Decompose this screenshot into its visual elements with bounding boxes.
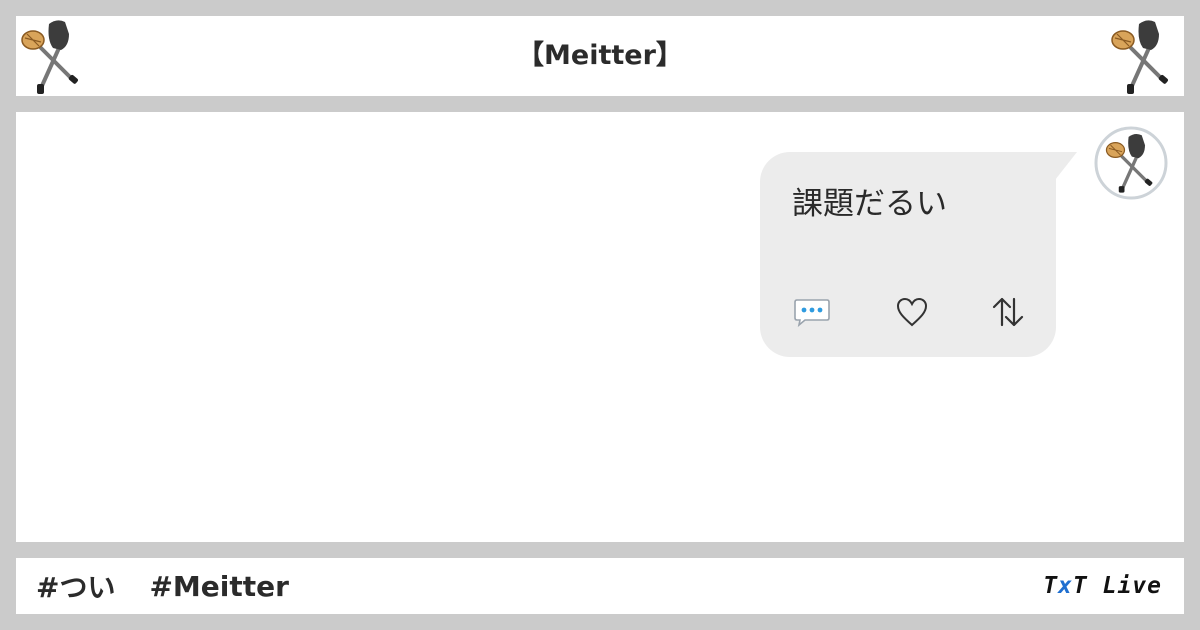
heart-outline-icon <box>896 297 928 327</box>
brand-text-part1: T <box>1043 573 1059 599</box>
character-with-crossed-tools-icon <box>1111 20 1168 94</box>
hashtag-list: #つい #Meitter <box>36 558 289 614</box>
hashtag-tsui[interactable]: #つい <box>36 566 115 606</box>
post-text: 課題だるい <box>792 186 947 222</box>
page-title: 【Meitter】 <box>517 40 683 71</box>
brand-logo: TxT Live <box>1043 558 1162 614</box>
post-bubble[interactable]: 課題だるい <box>760 152 1056 357</box>
brand-text-part3: T Live <box>1072 573 1162 599</box>
share-button[interactable] <box>986 292 1030 332</box>
hashtag-meitter[interactable]: #Meitter <box>149 570 288 603</box>
reply-button[interactable] <box>790 292 834 332</box>
like-button[interactable] <box>890 292 934 332</box>
footer-bar: #つい #Meitter TxT Live <box>16 558 1184 614</box>
bubble-tail <box>1055 152 1077 180</box>
feed-panel: 課題だるい <box>16 112 1184 542</box>
brand-text-x: x <box>1058 573 1073 599</box>
avatar[interactable] <box>1094 126 1168 200</box>
speech-bubble-icon <box>794 299 830 327</box>
up-down-arrows-icon <box>992 297 1024 327</box>
header-bar: 【Meitter】 <box>16 16 1184 96</box>
